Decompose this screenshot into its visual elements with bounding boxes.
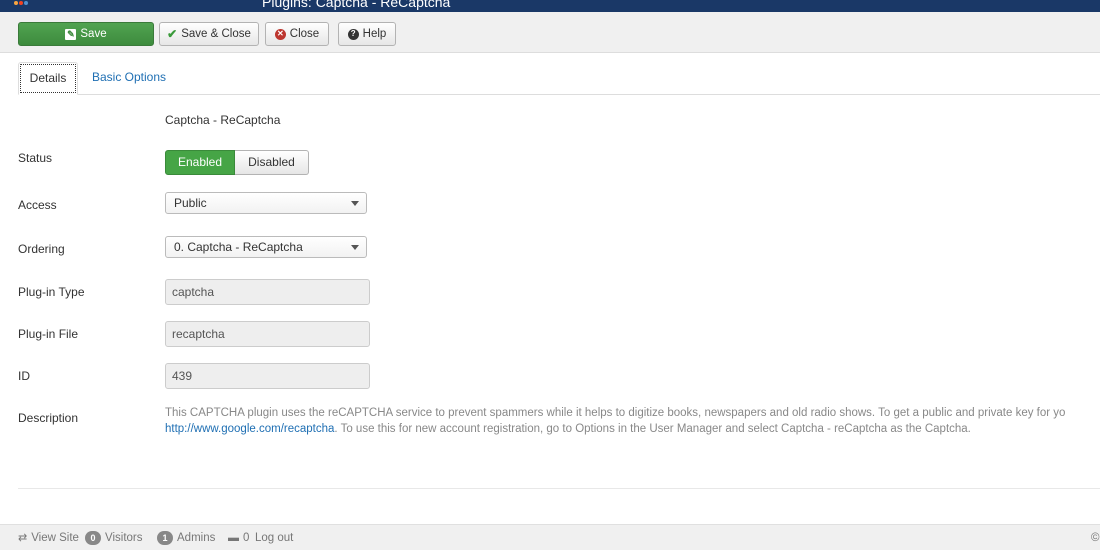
- visitors-label: Visitors: [105, 532, 143, 544]
- external-link-icon: ⇄: [18, 532, 28, 544]
- ordering-select[interactable]: 0. Captcha - ReCaptcha: [165, 236, 367, 258]
- status-disabled-button[interactable]: Disabled: [235, 150, 309, 175]
- ordering-value: 0. Captcha - ReCaptcha: [174, 240, 303, 254]
- plugin-file-label: Plug-in File: [18, 327, 79, 341]
- header-bar: Plugins: Captcha - ReCaptcha: [0, 0, 1100, 12]
- recaptcha-link[interactable]: http://www.google.com/recaptcha: [165, 423, 334, 435]
- description-label: Description: [18, 411, 79, 425]
- chevron-down-icon: [351, 245, 359, 250]
- messages-count: 0: [243, 532, 250, 544]
- description-text: This CAPTCHA plugin uses the reCAPTCHA s…: [165, 405, 1100, 437]
- edit-icon: ✎: [65, 28, 77, 40]
- admins-status: 1 Admins: [157, 525, 215, 551]
- question-circle-icon: ?: [347, 28, 359, 40]
- plugin-type-field: captcha: [165, 279, 370, 305]
- id-field: 439: [165, 363, 370, 389]
- visitors-status: 0 Visitors: [85, 525, 143, 551]
- check-icon: ✔: [167, 27, 178, 41]
- cancel-circle-icon: ✕: [274, 28, 286, 40]
- ordering-label: Ordering: [18, 242, 65, 256]
- status-bar: ⇄ View Site 0 Visitors 1 Admins ▬ 0 Log …: [0, 524, 1100, 550]
- page-title: Plugins: Captcha - ReCaptcha: [262, 0, 451, 10]
- tab-bar: Details Basic Options: [18, 62, 1100, 95]
- status-toggle: Enabled Disabled: [165, 150, 309, 175]
- tab-details[interactable]: Details: [18, 62, 78, 95]
- status-label: Status: [18, 151, 53, 165]
- tab-basic-options[interactable]: Basic Options: [80, 62, 178, 95]
- description-line-2-rest: . To use this for new account registrati…: [334, 423, 971, 435]
- joomla-logo-icon: [14, 0, 32, 6]
- messages-status[interactable]: ▬ 0: [228, 525, 249, 551]
- save-close-label: Save & Close: [181, 28, 251, 40]
- plugin-file-field: recaptcha: [165, 321, 370, 347]
- close-button[interactable]: ✕ Close: [265, 22, 329, 46]
- divider: [18, 488, 1100, 489]
- plugin-name: Captcha - ReCaptcha: [165, 113, 281, 127]
- help-button[interactable]: ? Help: [338, 22, 396, 46]
- description-line-2: http://www.google.com/recaptcha. To use …: [165, 421, 1100, 437]
- toolbar: ✎ Save ✔ Save & Close ✕ Close ? Help: [0, 12, 1100, 53]
- admins-badge: 1: [157, 531, 173, 545]
- close-label: Close: [289, 28, 320, 40]
- save-button[interactable]: ✎ Save: [18, 22, 154, 46]
- view-site-label: View Site: [31, 532, 79, 544]
- help-label: Help: [362, 28, 387, 40]
- chevron-down-icon: [351, 201, 359, 206]
- access-label: Access: [18, 198, 57, 212]
- admins-label: Admins: [177, 532, 216, 544]
- copyright: ©: [1091, 532, 1100, 544]
- status-enabled-button[interactable]: Enabled: [165, 150, 235, 175]
- access-value: Public: [174, 196, 207, 210]
- view-site-link[interactable]: ⇄ View Site: [18, 525, 79, 551]
- envelope-icon: ▬: [228, 532, 239, 544]
- plugin-type-label: Plug-in Type: [18, 285, 85, 299]
- logout-label: Log out: [255, 532, 294, 544]
- id-label: ID: [18, 369, 30, 383]
- description-line-1: This CAPTCHA plugin uses the reCAPTCHA s…: [165, 407, 1066, 419]
- logout-link[interactable]: Log out: [255, 525, 293, 551]
- save-close-button[interactable]: ✔ Save & Close: [159, 22, 259, 46]
- access-select[interactable]: Public: [165, 192, 367, 214]
- visitors-badge: 0: [85, 531, 101, 545]
- save-label: Save: [80, 28, 107, 40]
